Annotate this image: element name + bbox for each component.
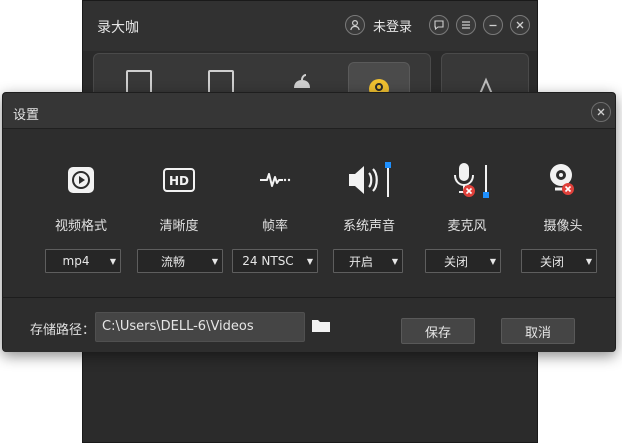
cancel-button[interactable]: 取消 — [501, 318, 575, 344]
storage-path-label: 存储路径： — [30, 323, 96, 338]
app-title: 录大咖 — [97, 20, 139, 36]
setting-label-frame-rate: 帧率 — [261, 219, 288, 234]
folder-icon[interactable] — [311, 317, 331, 335]
hd-icon: HD — [131, 159, 227, 201]
chevron-down-icon: ▼ — [585, 256, 593, 266]
svg-text:HD: HD — [169, 174, 189, 188]
setting-frame-rate: 帧率 24 NTSC ▼ — [227, 93, 323, 293]
close-icon[interactable] — [510, 15, 530, 35]
setting-label-microphone: 麦克风 — [447, 219, 487, 234]
settings-dialog: 设置 视频格式 mp4 ▼ HD 清晰度 流畅 ▼ 帧率 24 NTSC ▼ 系… — [2, 92, 616, 352]
save-button[interactable]: 保存 — [401, 318, 475, 344]
login-status[interactable]: 未登录 — [373, 16, 412, 35]
system-sound-select[interactable]: 开启 ▼ — [333, 249, 403, 273]
chevron-down-icon: ▼ — [109, 256, 117, 266]
video-format-icon — [33, 159, 129, 201]
setting-microphone: 麦克风 关闭 ▼ — [419, 93, 515, 293]
setting-webcam: 摄像头 关闭 ▼ — [515, 93, 611, 293]
setting-video-format: 视频格式 mp4 ▼ — [33, 93, 129, 293]
setting-label-system-sound: 系统声音 — [342, 219, 395, 234]
speaker-icon — [321, 159, 417, 201]
setting-clarity: HD 清晰度 流畅 ▼ — [131, 93, 227, 293]
storage-path-input[interactable]: C:\Users\DELL-6\Videos — [95, 312, 305, 342]
microphone-select[interactable]: 关闭 ▼ — [425, 249, 501, 273]
dialog-footer: 存储路径： C:\Users\DELL-6\Videos 保存 取消 — [3, 298, 615, 352]
setting-label-video-format: 视频格式 — [54, 219, 107, 234]
microphone-muted-icon — [419, 159, 515, 201]
setting-label-clarity: 清晰度 — [159, 219, 199, 234]
video-format-select[interactable]: mp4 ▼ — [45, 249, 121, 273]
webcam-select[interactable]: 关闭 ▼ — [521, 249, 597, 273]
chevron-down-icon: ▼ — [306, 256, 314, 266]
window-controls — [429, 15, 530, 35]
main-titlebar: 录大咖 未登录 — [83, 1, 537, 51]
clarity-select[interactable]: 流畅 ▼ — [137, 249, 223, 273]
minimize-icon[interactable] — [483, 15, 503, 35]
user-area[interactable]: 未登录 — [345, 15, 412, 35]
chevron-down-icon: ▼ — [391, 256, 399, 266]
chevron-down-icon: ▼ — [489, 256, 497, 266]
webcam-muted-icon — [515, 159, 611, 201]
waveform-icon — [227, 159, 323, 201]
setting-label-webcam: 摄像头 — [543, 219, 583, 234]
chevron-down-icon: ▼ — [211, 256, 219, 266]
frame-rate-select[interactable]: 24 NTSC ▼ — [232, 249, 318, 273]
menu-icon[interactable] — [456, 15, 476, 35]
user-icon[interactable] — [345, 15, 365, 35]
setting-system-sound: 系统声音 开启 ▼ — [321, 93, 417, 293]
chat-icon[interactable] — [429, 15, 449, 35]
